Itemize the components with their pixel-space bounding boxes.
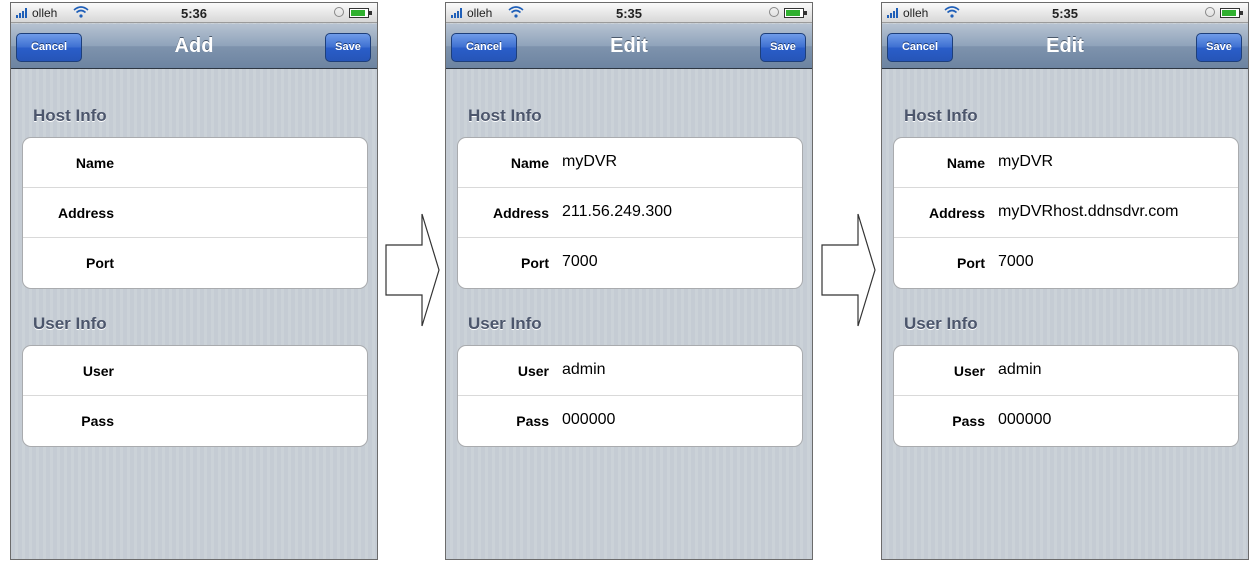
page-title: Edit [1046,35,1084,57]
host-info-group: Name Address Port [22,137,368,289]
user-label: User [953,363,985,379]
name-label: Name [75,155,114,171]
add-host-screen: olleh 5:36 Cancel Add Save Host Info Nam… [10,2,378,560]
address-label: Address [928,205,985,221]
battery-icon [784,8,807,18]
pass-row[interactable]: Pass [23,396,367,446]
name-row[interactable]: Name myDVR [458,138,802,188]
address-label: Address [492,205,549,221]
alarm-icon [1205,7,1215,17]
port-field[interactable]: 7000 [998,238,1034,286]
status-time: 5:35 [1051,6,1079,21]
port-label: Port [521,255,549,271]
save-button[interactable]: Save [760,33,806,62]
user-info-header: User Info [468,314,542,333]
user-info-header: User Info [33,314,107,333]
name-field[interactable]: myDVR [998,138,1053,186]
right-arrow-icon [385,213,440,327]
pass-label: Pass [516,413,549,429]
user-label: User [82,363,114,379]
user-field[interactable]: admin [998,346,1042,394]
host-info-header: Host Info [33,106,107,125]
alarm-icon [769,7,779,17]
battery-icon [1220,8,1243,18]
navigation-bar: Cancel Edit Save [446,24,812,69]
host-info-group: Name myDVR Address 211.56.249.300 Port 7… [457,137,803,289]
port-row[interactable]: Port [23,238,367,288]
pass-field[interactable]: 000000 [562,396,615,444]
host-info-group: Name myDVR Address myDVRhost.ddnsdvr.com… [893,137,1239,289]
user-info-group: User Pass [22,345,368,447]
address-row[interactable]: Address myDVRhost.ddnsdvr.com [894,188,1238,238]
user-row[interactable]: User admin [458,346,802,396]
name-row[interactable]: Name [23,138,367,188]
name-label: Name [946,155,985,171]
pass-label: Pass [81,413,114,429]
status-bar: olleh 5:35 [446,3,812,23]
status-time: 5:35 [615,6,643,21]
pass-field[interactable]: 000000 [998,396,1051,444]
navigation-bar: Cancel Add Save [11,24,377,69]
user-info-group: User admin Pass 000000 [893,345,1239,447]
address-field[interactable]: myDVRhost.ddnsdvr.com [998,188,1179,236]
status-bar: olleh 5:36 [11,3,377,23]
page-title: Add [174,35,214,57]
status-bar: olleh 5:35 [882,3,1248,23]
navigation-bar: Cancel Edit Save [882,24,1248,69]
user-row[interactable]: User [23,346,367,396]
user-info-header: User Info [904,314,978,333]
pass-label: Pass [952,413,985,429]
host-info-header: Host Info [904,106,978,125]
edit-host-screen: olleh 5:35 Cancel Edit Save Host Info Na… [445,2,813,560]
port-label: Port [957,255,985,271]
name-label: Name [510,155,549,171]
save-button[interactable]: Save [1196,33,1242,62]
alarm-icon [334,7,344,17]
port-label: Port [86,255,114,271]
port-field[interactable]: 7000 [562,238,598,286]
user-info-group: User admin Pass 000000 [457,345,803,447]
port-row[interactable]: Port 7000 [894,238,1238,288]
address-label: Address [57,205,114,221]
address-row[interactable]: Address [23,188,367,238]
user-label: User [517,363,549,379]
host-info-header: Host Info [468,106,542,125]
address-field[interactable]: 211.56.249.300 [562,188,672,236]
name-row[interactable]: Name myDVR [894,138,1238,188]
name-field[interactable]: myDVR [562,138,617,186]
save-button[interactable]: Save [325,33,371,62]
pass-row[interactable]: Pass 000000 [894,396,1238,446]
port-row[interactable]: Port 7000 [458,238,802,288]
address-row[interactable]: Address 211.56.249.300 [458,188,802,238]
user-row[interactable]: User admin [894,346,1238,396]
status-time: 5:36 [180,6,208,21]
right-arrow-icon [821,213,876,327]
page-title: Edit [610,35,648,57]
pass-row[interactable]: Pass 000000 [458,396,802,446]
edit-host-ddns-screen: olleh 5:35 Cancel Edit Save Host Info Na… [881,2,1249,560]
user-field[interactable]: admin [562,346,606,394]
battery-icon [349,8,372,18]
